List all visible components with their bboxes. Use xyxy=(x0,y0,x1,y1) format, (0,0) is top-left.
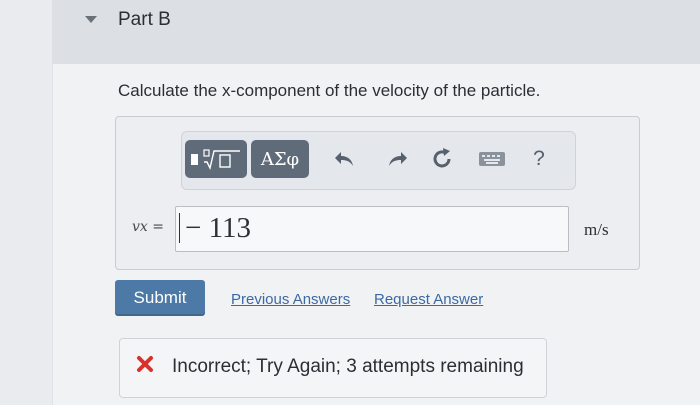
feedback-text: Incorrect; Try Again; 3 attempts remaini… xyxy=(172,356,524,377)
fraction-radical-templates-icon xyxy=(190,148,242,170)
answer-value[interactable]: − 113 xyxy=(178,208,251,248)
templates-button[interactable] xyxy=(185,140,247,178)
previous-answers-link[interactable]: Previous Answers xyxy=(231,291,350,308)
part-title[interactable]: Part B xyxy=(118,9,171,31)
undo-icon[interactable] xyxy=(331,146,357,172)
variable-label: vx = xyxy=(132,219,164,235)
reset-icon[interactable] xyxy=(429,146,455,172)
left-sidebar-strip xyxy=(0,0,53,405)
help-button[interactable]: ? xyxy=(528,146,550,172)
question-text: Calculate the x-component of the velocit… xyxy=(118,81,541,100)
redo-icon[interactable] xyxy=(385,146,411,172)
submit-button[interactable]: Submit xyxy=(115,280,205,316)
keyboard-icon[interactable] xyxy=(477,146,507,172)
greek-symbols-button[interactable]: ΑΣφ xyxy=(251,140,309,178)
request-answer-link[interactable]: Request Answer xyxy=(374,291,483,308)
collapse-caret-icon[interactable] xyxy=(85,16,97,23)
unit-label: m/s xyxy=(584,220,609,239)
red-x-icon xyxy=(136,355,154,373)
